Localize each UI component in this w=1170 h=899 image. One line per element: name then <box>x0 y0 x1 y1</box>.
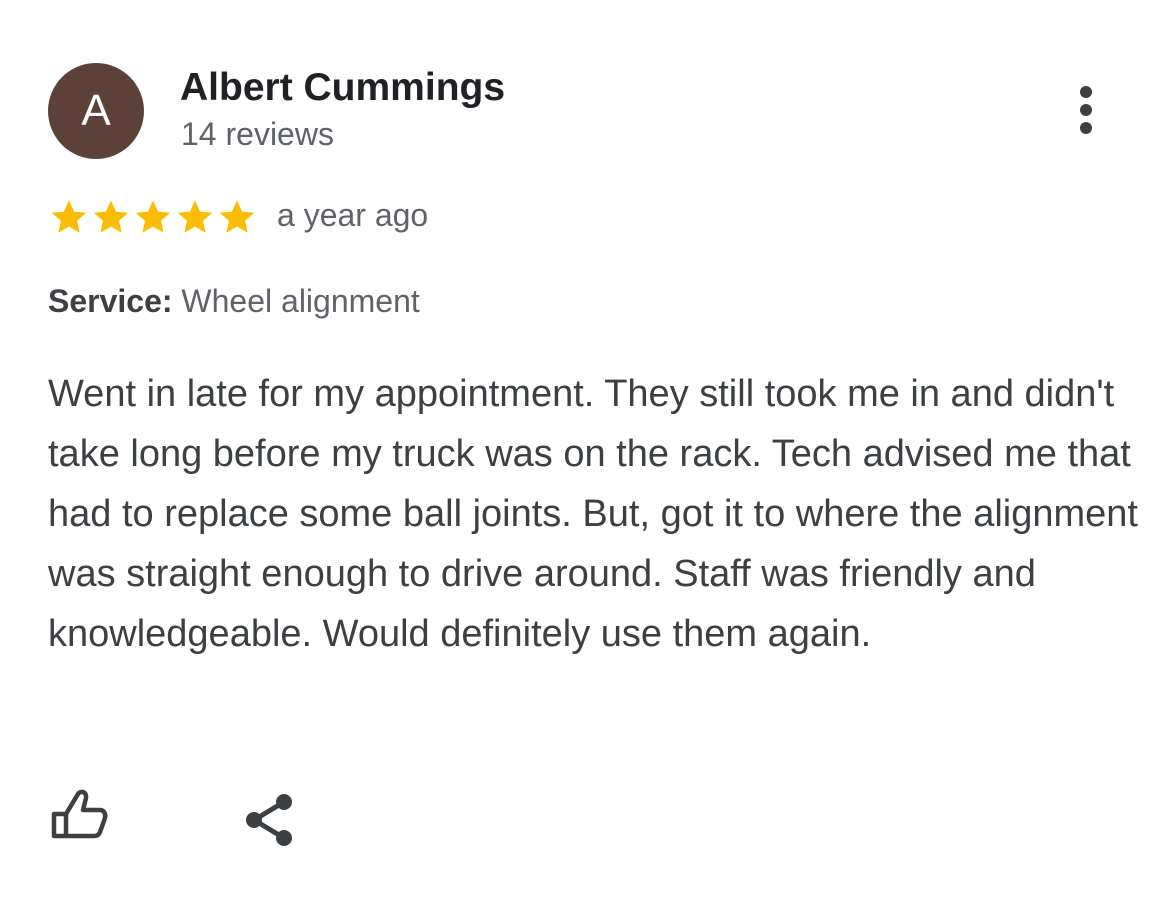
star-icon <box>177 200 213 233</box>
avatar-initial: A <box>81 86 111 135</box>
service-value: Wheel alignment <box>181 283 420 319</box>
share-button[interactable] <box>240 790 300 850</box>
service-line: Service: Wheel alignment <box>48 283 420 320</box>
service-label: Service: <box>48 283 173 319</box>
review-timestamp: a year ago <box>277 197 429 233</box>
star-icon <box>51 200 87 233</box>
like-button[interactable] <box>48 786 112 850</box>
star-icon <box>135 200 171 233</box>
thumbs-up-icon <box>51 789 108 839</box>
star-rating <box>48 196 258 238</box>
star-icon <box>219 200 255 233</box>
avatar[interactable]: A <box>48 63 144 159</box>
author-name[interactable]: Albert Cummings <box>180 66 505 110</box>
star-icon <box>93 200 129 233</box>
more-options-button[interactable] <box>1062 80 1110 140</box>
review-text: Went in late for my appointment. They st… <box>48 373 1138 655</box>
share-icon <box>246 794 292 846</box>
author-review-count: 14 reviews <box>181 116 334 152</box>
